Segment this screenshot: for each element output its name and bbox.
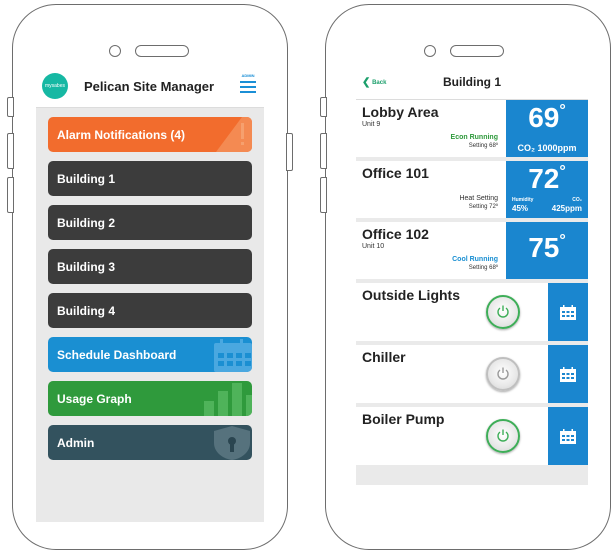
zone-card-lobby-area[interactable]: Lobby Area Unit 9 Econ Running Setting 6… bbox=[356, 100, 588, 161]
power-icon bbox=[497, 367, 509, 380]
phone-power-button bbox=[286, 133, 293, 171]
phone-camera bbox=[424, 45, 436, 57]
device-name: Chiller bbox=[362, 349, 406, 365]
zone-setting: Setting 72º bbox=[468, 204, 498, 210]
zone-temperature: 69° bbox=[528, 102, 566, 133]
schedule-dashboard-button[interactable]: Schedule Dashboard bbox=[48, 337, 252, 372]
left-phone-frame: mysabes Pelican Site Manager ADMIN Alarm… bbox=[7, 4, 293, 550]
zone-temperature: 75° bbox=[528, 232, 566, 263]
zone-card-office-101[interactable]: Office 101 Heat Setting Setting 72º 72° … bbox=[356, 161, 588, 222]
device-name: Boiler Pump bbox=[362, 411, 445, 427]
zone-temperature-box: 72° Humidity 45% CO₂ 425ppm bbox=[506, 161, 588, 218]
phone-speaker bbox=[450, 45, 504, 57]
power-toggle-button[interactable] bbox=[486, 295, 520, 329]
shield-lock-icon bbox=[214, 426, 250, 460]
phone-camera bbox=[109, 45, 121, 57]
building-3-label: Building 3 bbox=[57, 259, 115, 274]
usage-graph-label: Usage Graph bbox=[57, 391, 132, 406]
zone-unit: Unit 9 bbox=[362, 121, 381, 128]
zone-co2: CO₂ 1000ppm bbox=[517, 143, 577, 153]
power-toggle-button[interactable] bbox=[486, 419, 520, 453]
power-icon bbox=[497, 429, 509, 442]
building-1-button[interactable]: Building 1 bbox=[48, 161, 252, 196]
phone-mute-switch bbox=[320, 97, 327, 117]
phone-volume-up bbox=[320, 133, 327, 169]
schedule-dashboard-label: Schedule Dashboard bbox=[57, 347, 177, 362]
device-card-boiler-pump: Boiler Pump bbox=[356, 407, 588, 469]
calendar-icon bbox=[214, 339, 252, 372]
zone-setting: Setting 68º bbox=[468, 265, 498, 271]
calendar-icon bbox=[560, 429, 576, 444]
mysabes-logo: mysabes bbox=[42, 73, 68, 99]
hamburger-menu-icon[interactable]: ADMIN bbox=[238, 73, 258, 93]
power-icon bbox=[497, 305, 509, 318]
zone-name: Office 101 bbox=[362, 165, 429, 181]
right-screen: ❮ Back Building 1 Lobby Area Unit 9 Econ… bbox=[356, 65, 588, 485]
phone-speaker bbox=[135, 45, 189, 57]
power-toggle-button[interactable] bbox=[486, 357, 520, 391]
phone-volume-down bbox=[7, 177, 14, 213]
building-4-button[interactable]: Building 4 bbox=[48, 293, 252, 328]
building-1-label: Building 1 bbox=[57, 171, 115, 186]
app-title: Pelican Site Manager bbox=[84, 78, 215, 94]
zone-unit: Unit 10 bbox=[362, 243, 385, 250]
phone-volume-up bbox=[7, 133, 14, 169]
chevron-left-icon: ❮ bbox=[362, 77, 371, 88]
usage-graph-button[interactable]: Usage Graph bbox=[48, 381, 252, 416]
menu-badge: ADMIN bbox=[241, 73, 255, 78]
device-card-outside-lights: Outside Lights bbox=[356, 283, 588, 345]
building-3-button[interactable]: Building 3 bbox=[48, 249, 252, 284]
alarm-notifications-button[interactable]: Alarm Notifications (4) bbox=[48, 117, 252, 152]
zone-humidity: Humidity 45% bbox=[512, 197, 534, 213]
alarm-notifications-label: Alarm Notifications (4) bbox=[57, 127, 186, 142]
zone-status: Cool Running bbox=[452, 256, 498, 263]
zone-name: Office 102 bbox=[362, 226, 429, 242]
building-title: Building 1 bbox=[443, 75, 501, 89]
zone-card-office-102[interactable]: Office 102 Unit 10 Cool Running Setting … bbox=[356, 222, 588, 283]
device-name: Outside Lights bbox=[362, 287, 460, 303]
zone-status: Heat Setting bbox=[459, 195, 498, 202]
phone-volume-down bbox=[320, 177, 327, 213]
bar-graph-icon bbox=[204, 383, 252, 416]
device-card-chiller: Chiller bbox=[356, 345, 588, 407]
zone-setting: Setting 68º bbox=[468, 143, 498, 149]
zone-temperature-box: 75° bbox=[506, 222, 588, 279]
phone-mute-switch bbox=[7, 97, 14, 117]
admin-label: Admin bbox=[57, 435, 95, 450]
back-label: Back bbox=[372, 80, 387, 87]
zone-co2: CO₂ 425ppm bbox=[551, 197, 582, 213]
building-header: ❮ Back Building 1 bbox=[356, 65, 588, 100]
calendar-icon bbox=[560, 305, 576, 320]
building-2-label: Building 2 bbox=[57, 215, 115, 230]
right-phone-frame: ❮ Back Building 1 Lobby Area Unit 9 Econ… bbox=[320, 4, 611, 550]
schedule-button[interactable] bbox=[548, 283, 588, 341]
back-button[interactable]: ❮ Back bbox=[362, 77, 386, 88]
schedule-button[interactable] bbox=[548, 407, 588, 465]
zone-temperature: 72° bbox=[528, 163, 566, 194]
zone-status: Econ Running bbox=[450, 134, 498, 141]
zone-temperature-box: 69° CO₂ 1000ppm bbox=[506, 100, 588, 157]
app-header: mysabes Pelican Site Manager ADMIN bbox=[36, 65, 264, 108]
calendar-icon bbox=[560, 367, 576, 382]
admin-button[interactable]: Admin bbox=[48, 425, 252, 460]
schedule-button[interactable] bbox=[548, 345, 588, 403]
left-screen: mysabes Pelican Site Manager ADMIN Alarm… bbox=[36, 65, 264, 522]
warning-icon bbox=[216, 117, 252, 152]
building-2-button[interactable]: Building 2 bbox=[48, 205, 252, 240]
zone-name: Lobby Area bbox=[362, 104, 439, 120]
building-4-label: Building 4 bbox=[57, 303, 115, 318]
